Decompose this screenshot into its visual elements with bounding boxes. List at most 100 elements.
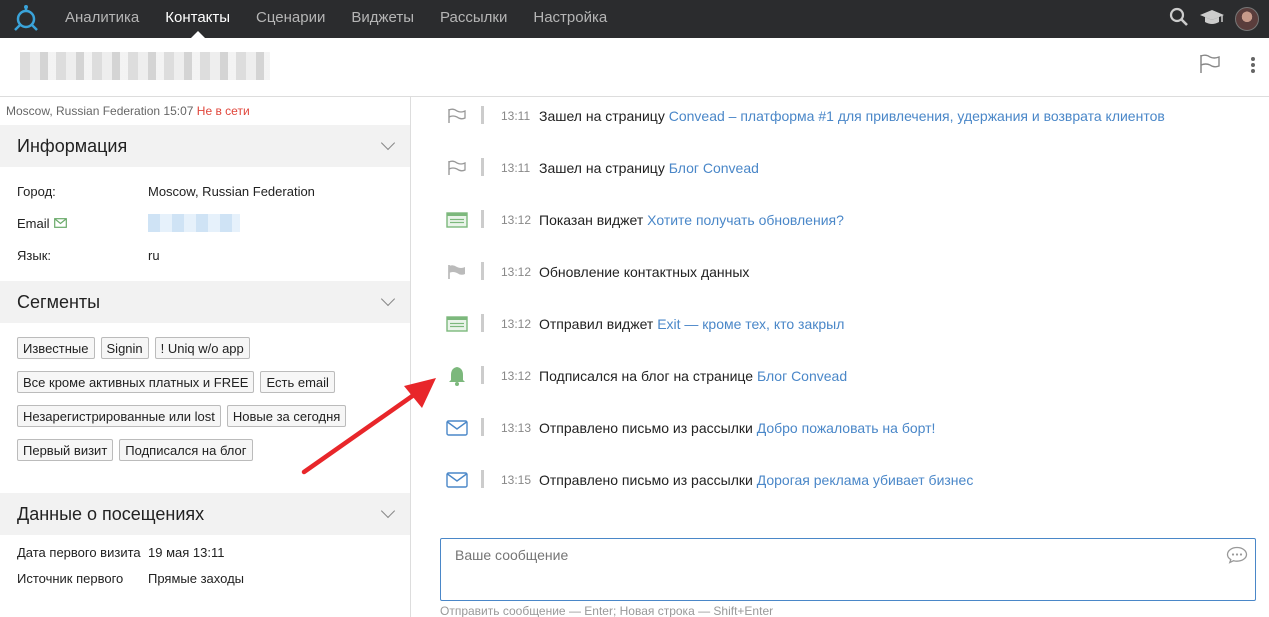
- segment-tag[interactable]: Незарегистрированные или lost: [17, 405, 221, 427]
- event-link[interactable]: Exit — кроме тех, кто закрыл: [657, 316, 844, 332]
- timeline-event: 13:12 Показан виджет Хотите получать обн…: [412, 208, 1269, 232]
- segments-section-title: Сегменты: [17, 291, 101, 312]
- bell-icon: [446, 367, 468, 386]
- event-text: Отправлено письмо из рассылки Добро пожа…: [539, 420, 935, 436]
- info-key: Email: [17, 215, 50, 231]
- segments-section-header[interactable]: Сегменты: [0, 281, 410, 323]
- event-divider: [481, 366, 484, 384]
- visit-key: Источник первого: [17, 571, 124, 586]
- visit-row-first-source: Источник первого Прямые заходы: [0, 561, 410, 587]
- info-section-header[interactable]: Информация: [0, 125, 410, 167]
- event-link[interactable]: Convead – платформа #1 для привлечения, …: [669, 108, 1165, 124]
- visits-section-title: Данные о посещениях: [17, 503, 205, 524]
- segment-tag[interactable]: Signin: [100, 337, 149, 359]
- event-link[interactable]: Дорогая реклама убивает бизнес: [757, 472, 974, 488]
- event-description: Отправил виджет: [539, 316, 658, 332]
- contact-header: [0, 38, 1269, 97]
- event-time: 13:12: [501, 265, 532, 279]
- flag-outline-icon: [446, 107, 468, 125]
- message-hint: Отправить сообщение — Enter; Новая строк…: [440, 604, 774, 617]
- event-divider: [481, 158, 484, 176]
- info-row-language: Язык: ru: [0, 239, 410, 271]
- event-description: Отправлено письмо из рассылки: [539, 472, 757, 488]
- flag-filled-icon: [446, 263, 468, 281]
- avatar[interactable]: [1235, 7, 1259, 31]
- nav-item-widgets[interactable]: Виджеты: [338, 0, 427, 38]
- event-divider: [481, 210, 484, 228]
- event-description: Зашел на страницу: [539, 160, 669, 176]
- info-row-email: Email: [0, 207, 410, 239]
- message-input[interactable]: [440, 538, 1256, 601]
- event-description: Обновление контактных данных: [539, 264, 750, 280]
- event-link[interactable]: Блог Convead: [669, 160, 759, 176]
- timeline-event: 13:13 Отправлено письмо из рассылки Добр…: [412, 416, 1269, 440]
- chat-bubble-icon[interactable]: [1226, 546, 1248, 569]
- visit-key: Дата первого визита: [17, 545, 141, 560]
- segment-tag[interactable]: Известные: [17, 337, 95, 359]
- segment-tag[interactable]: Первый визит: [17, 439, 114, 461]
- event-text: Зашел на страницу Convead – платформа #1…: [539, 108, 1165, 124]
- graduation-cap-icon[interactable]: [1199, 7, 1225, 32]
- email-value-blurred[interactable]: [148, 214, 240, 232]
- timeline-event: 13:15 Отправлено письмо из рассылки Доро…: [412, 468, 1269, 492]
- event-description: Зашел на страницу: [539, 108, 669, 124]
- widget-icon: [446, 211, 468, 229]
- location-text: Moscow, Russian Federation: [6, 104, 161, 118]
- envelope-icon: [446, 471, 468, 489]
- nav-item-analytics[interactable]: Аналитика: [52, 0, 152, 38]
- contact-name-blurred: [20, 52, 270, 80]
- widget-icon: [446, 315, 468, 333]
- chevron-down-icon[interactable]: [380, 503, 396, 519]
- top-nav: Аналитика Контакты Сценарии Виджеты Расс…: [0, 0, 1269, 38]
- contact-sidebar[interactable]: Moscow, Russian Federation 15:07 Не в се…: [0, 97, 411, 617]
- chevron-down-icon[interactable]: [380, 291, 396, 307]
- info-section-title: Информация: [17, 135, 128, 156]
- event-text: Подписался на блог на странице Блог Conv…: [539, 368, 847, 384]
- segment-tag[interactable]: Все кроме активных платных и FREE: [17, 371, 255, 393]
- event-text: Обновление контактных данных: [539, 264, 749, 280]
- event-divider: [481, 418, 484, 436]
- visit-value: Прямые заходы: [148, 571, 245, 586]
- envelope-icon[interactable]: [53, 216, 67, 231]
- info-key: Язык:: [17, 247, 51, 263]
- segment-tag[interactable]: Подписался на блог: [119, 439, 253, 461]
- info-rows: Город: Moscow, Russian Federation Email …: [0, 167, 410, 281]
- event-time: 13:11: [501, 161, 531, 175]
- event-timeline[interactable]: 13:11 Зашел на страницу Convead – платфо…: [412, 97, 1269, 527]
- timeline-event: 13:12 Подписался на блог на странице Бло…: [412, 364, 1269, 388]
- event-link[interactable]: Хотите получать обновления?: [647, 212, 844, 228]
- visit-value: 19 мая 13:11: [148, 545, 225, 560]
- event-link[interactable]: Добро пожаловать на борт!: [757, 420, 936, 436]
- visit-row-first-date: Дата первого визита 19 мая 13:11: [0, 535, 410, 561]
- search-icon[interactable]: [1169, 7, 1189, 32]
- event-description: Подписался на блог на странице: [539, 368, 757, 384]
- event-description: Показан виджет: [539, 212, 648, 228]
- flag-icon[interactable]: [1199, 54, 1221, 79]
- event-link[interactable]: Блог Convead: [757, 368, 847, 384]
- nav-item-mailings[interactable]: Рассылки: [427, 0, 520, 38]
- nav-item-settings[interactable]: Настройка: [520, 0, 620, 38]
- online-status: Не в сети: [196, 104, 250, 118]
- flag-outline-icon: [446, 159, 468, 177]
- timeline-event: 13:12 Отправил виджет Exit — кроме тех, …: [412, 312, 1269, 336]
- event-time: 13:12: [501, 317, 532, 331]
- logo-icon[interactable]: [0, 0, 52, 38]
- nav-item-contacts[interactable]: Контакты: [152, 0, 243, 38]
- segment-tag[interactable]: ! Uniq w/o app: [154, 337, 250, 359]
- event-text: Зашел на страницу Блог Convead: [539, 160, 759, 176]
- info-row-city: Город: Moscow, Russian Federation: [0, 175, 410, 207]
- info-key-email: Email: [0, 216, 148, 231]
- nav-item-scenarios[interactable]: Сценарии: [243, 0, 338, 38]
- event-time: 13:15: [501, 473, 532, 487]
- local-time: 15:07: [163, 104, 194, 118]
- info-value: ru: [148, 247, 160, 263]
- timeline-event: 13:11 Зашел на страницу Блог Convead: [412, 156, 1269, 180]
- visits-section-header[interactable]: Данные о посещениях: [0, 493, 410, 535]
- chevron-down-icon[interactable]: [380, 135, 396, 151]
- more-vertical-icon[interactable]: [1250, 56, 1256, 79]
- event-time: 13:12: [501, 213, 532, 227]
- info-key: Город:: [17, 183, 56, 199]
- annotation-arrow-icon: [301, 378, 436, 475]
- event-text: Отправлено письмо из рассылки Дорогая ре…: [539, 472, 973, 488]
- event-divider: [481, 262, 484, 280]
